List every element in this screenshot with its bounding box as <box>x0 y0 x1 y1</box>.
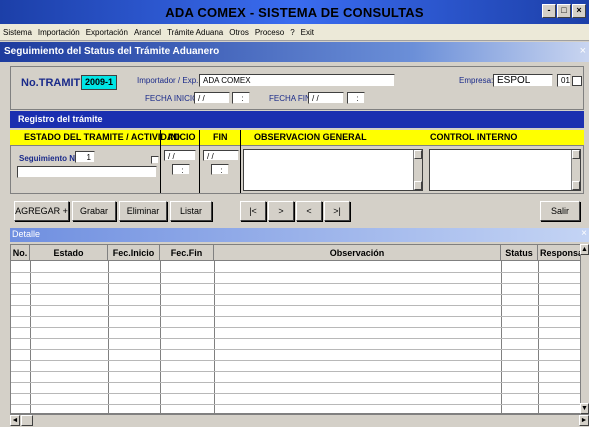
table-row <box>11 360 588 361</box>
window-title: ADA COMEX - SISTEMA DE CONSULTAS <box>165 5 424 20</box>
grid-col-no[interactable]: No. <box>11 245 30 261</box>
menu-proceso[interactable]: Proceso <box>255 28 284 37</box>
detalle-bar: Detalle × <box>10 228 589 242</box>
listar-button[interactable]: Listar <box>170 201 212 221</box>
menu-exportacion[interactable]: Exportación <box>86 28 128 37</box>
fecha-inicio-label: FECHA INICIO: <box>145 94 201 103</box>
fecha-inicio-time-field[interactable]: : <box>232 92 250 104</box>
table-row <box>11 327 588 328</box>
table-row <box>11 338 588 339</box>
empresa-checkbox[interactable] <box>572 76 582 86</box>
menu-tramite-aduana[interactable]: Trámite Aduana <box>167 28 223 37</box>
col-observacion-header: OBSERVACION GENERAL <box>254 132 367 142</box>
inicio-time-field[interactable]: : <box>172 164 190 175</box>
scroll-up-icon[interactable]: ▲ <box>580 244 589 255</box>
table-row <box>11 316 588 317</box>
scroll-left-icon[interactable]: ◄ <box>10 415 20 426</box>
estado-dropdown-toggle[interactable] <box>151 156 159 164</box>
form-close-icon[interactable]: × <box>580 45 586 57</box>
registro-columns-header: ESTADO DEL TRAMITE / ACTIVIDAD INICIO FI… <box>10 130 584 146</box>
title-bar: ADA COMEX - SISTEMA DE CONSULTAS - □ × <box>0 0 589 24</box>
menu-exit[interactable]: Exit <box>301 28 314 37</box>
scroll-up-icon[interactable] <box>572 150 580 159</box>
seguimiento-label: Seguimiento No: <box>19 154 83 163</box>
last-record-button[interactable]: >| <box>324 201 350 221</box>
seguimiento-field[interactable]: 1 <box>75 151 95 163</box>
empresa-label: Empresa: <box>459 76 494 85</box>
maximize-button[interactable]: □ <box>557 4 571 18</box>
next-record-button[interactable]: > <box>268 201 294 221</box>
table-row <box>11 305 588 306</box>
registro-title: Registro del trámite <box>18 114 103 124</box>
scroll-down-icon[interactable] <box>414 181 422 190</box>
menu-sistema[interactable]: Sistema <box>3 28 32 37</box>
salir-button[interactable]: Salir <box>540 201 580 221</box>
grid-col-status[interactable]: Status <box>501 245 538 261</box>
fin-time-field[interactable]: : <box>211 164 229 175</box>
fecha-fin-date-field[interactable]: / / <box>308 92 344 104</box>
grid-col-fec-inicio[interactable]: Fec.Inicio <box>108 245 160 261</box>
menu-otros[interactable]: Otros <box>229 28 249 37</box>
detalle-title: Detalle <box>12 229 41 239</box>
table-row <box>11 294 588 295</box>
prev-record-button[interactable]: < <box>296 201 322 221</box>
close-button[interactable]: × <box>572 4 586 18</box>
first-record-button[interactable]: |< <box>240 201 266 221</box>
menu-bar: Sistema Importación Exportación Arancel … <box>0 24 589 41</box>
importador-label: Importador / Exp.: <box>137 76 201 85</box>
col-fin-header: FIN <box>213 132 228 142</box>
observacion-scrollbar[interactable] <box>413 150 422 190</box>
tramite-header: No.TRAMITE: 2009-1 Importador / Exp.: AD… <box>10 66 584 110</box>
scroll-down-icon[interactable] <box>572 181 580 190</box>
registro-bar: Registro del trámite <box>10 111 584 128</box>
grid-header: No. Estado Fec.Inicio Fec.Fin Observació… <box>11 245 588 261</box>
inicio-date-field[interactable]: / / <box>164 150 196 161</box>
registro-body: Seguimiento No: 1 / / : / / : <box>10 146 584 194</box>
empresa-field[interactable]: ESPOL <box>493 74 553 87</box>
form-title-bar: Seguimiento del Status del Trámite Aduan… <box>0 42 589 62</box>
fecha-fin-label: FECHA FIN: <box>269 94 314 103</box>
scroll-right-icon[interactable]: ► <box>579 415 589 426</box>
control-scrollbar[interactable] <box>571 150 580 190</box>
col-control-header: CONTROL INTERNO <box>430 132 518 142</box>
table-row <box>11 272 588 273</box>
fecha-fin-time-field[interactable]: : <box>347 92 365 104</box>
grid-vertical-scrollbar[interactable]: ▲ ▼ <box>580 244 589 414</box>
observacion-textarea[interactable] <box>243 149 423 191</box>
detalle-grid[interactable]: No. Estado Fec.Inicio Fec.Fin Observació… <box>10 244 589 414</box>
grid-horizontal-scrollbar[interactable]: ◄ ► <box>10 414 589 427</box>
eliminar-button[interactable]: Eliminar <box>119 201 167 221</box>
detalle-close-icon[interactable]: × <box>581 228 587 239</box>
menu-importacion[interactable]: Importación <box>38 28 80 37</box>
col-estado-header: ESTADO DEL TRAMITE / ACTIVIDAD <box>24 132 180 142</box>
table-row <box>11 349 588 350</box>
col-inicio-header: INICIO <box>168 132 196 142</box>
grid-col-observacion[interactable]: Observación <box>214 245 501 261</box>
scroll-up-icon[interactable] <box>414 150 422 159</box>
tramite-number-field[interactable]: 2009-1 <box>81 75 117 90</box>
control-interno-textarea[interactable] <box>429 149 581 191</box>
menu-arancel[interactable]: Arancel <box>134 28 161 37</box>
grid-col-estado[interactable]: Estado <box>30 245 108 261</box>
table-row <box>11 382 588 383</box>
table-row <box>11 393 588 394</box>
empresa-code-field[interactable]: 01 <box>557 74 571 87</box>
table-row <box>11 283 588 284</box>
table-row <box>11 371 588 372</box>
grid-col-fec-fin[interactable]: Fec.Fin <box>160 245 214 261</box>
menu-help[interactable]: ? <box>290 28 294 37</box>
estado-field[interactable] <box>17 166 157 178</box>
agregar-button[interactable]: AGREGAR + <box>14 201 69 221</box>
scroll-thumb[interactable] <box>21 415 33 426</box>
fecha-inicio-date-field[interactable]: / / <box>194 92 230 104</box>
grabar-button[interactable]: Grabar <box>72 201 116 221</box>
scroll-down-icon[interactable]: ▼ <box>580 403 589 414</box>
minimize-button[interactable]: - <box>542 4 556 18</box>
form-title: Seguimiento del Status del Trámite Aduan… <box>4 46 220 57</box>
importador-field[interactable]: ADA COMEX <box>199 74 395 87</box>
table-row <box>11 404 588 405</box>
fin-date-field[interactable]: / / <box>203 150 239 161</box>
